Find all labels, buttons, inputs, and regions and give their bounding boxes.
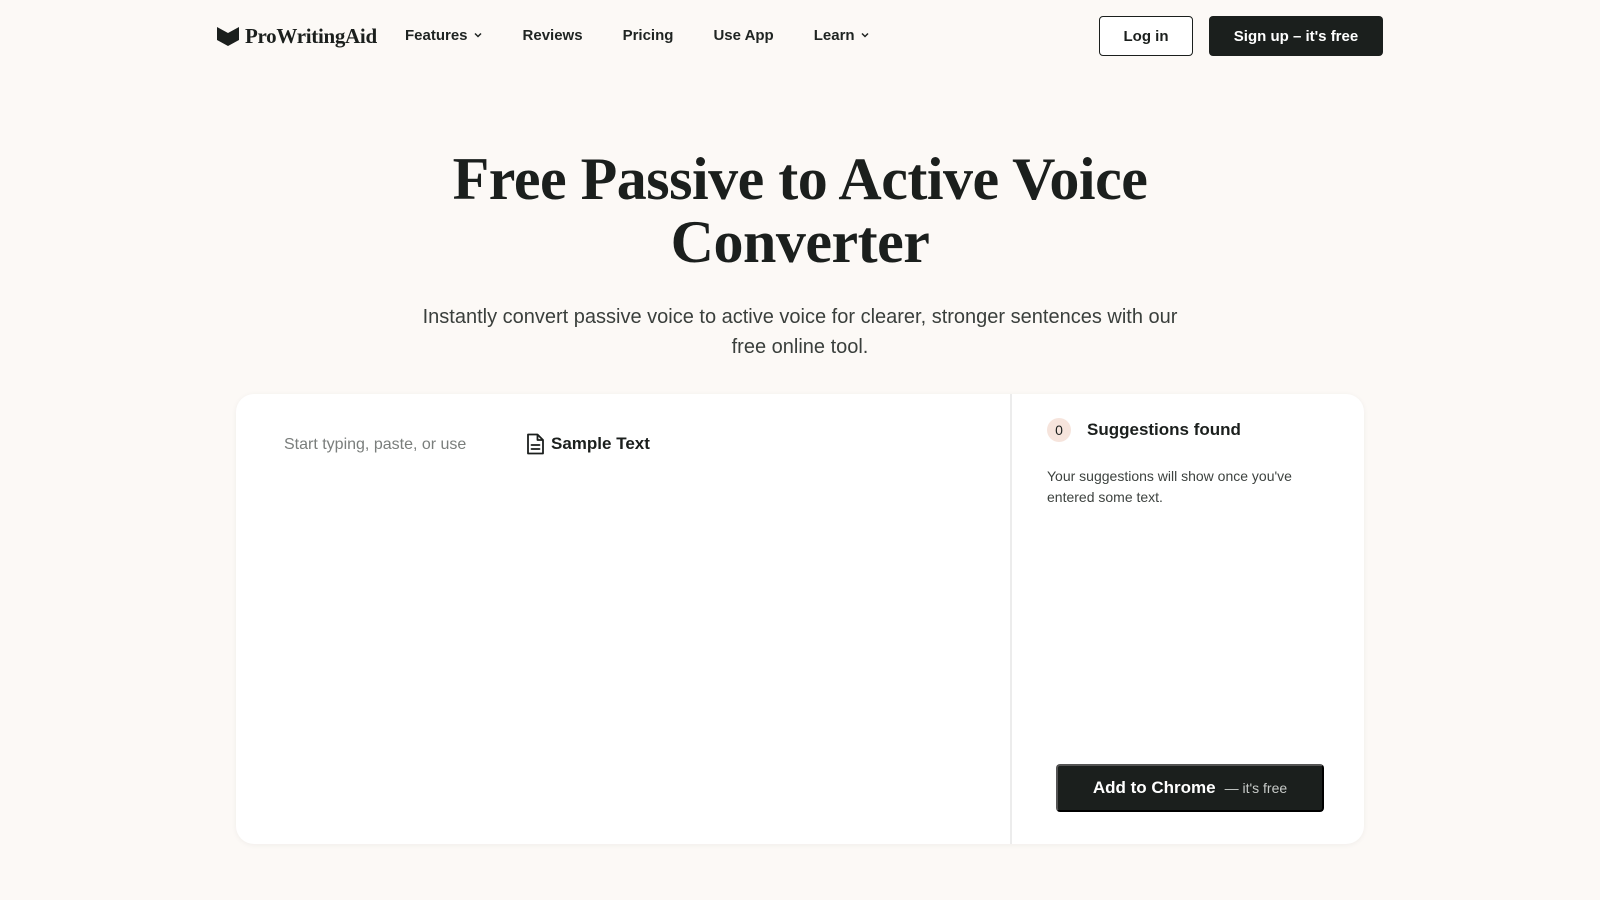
document-icon	[527, 433, 544, 455]
suggestions-title: Suggestions found	[1087, 420, 1241, 439]
nav-item-learn[interactable]: Learn	[814, 27, 870, 44]
page-title: Free Passive to Active Voice Converter	[300, 148, 1300, 274]
nav-item-label: Features	[405, 26, 468, 44]
nav-item-pricing[interactable]: Pricing	[623, 27, 674, 44]
sample-text-button[interactable]: Sample Text	[526, 433, 650, 455]
page-subtitle: Instantly convert passive voice to activ…	[395, 302, 1205, 362]
nav-links: Features Reviews Pricing Use App Learn	[405, 24, 910, 46]
page-subtitle-line-2: free online tool.	[731, 336, 869, 358]
nav-item-label: Use App	[713, 26, 774, 44]
top-nav: ProWritingAid Features Reviews Pricing U…	[0, 0, 1600, 70]
add-to-chrome-button[interactable]: Add to Chrome — it's free	[1056, 764, 1324, 812]
logo-text: ProWritingAid	[245, 23, 377, 48]
nav-item-label: Reviews	[522, 26, 583, 44]
suggestions-count-badge: 0	[1047, 418, 1071, 442]
nav-item-features[interactable]: Features	[405, 27, 483, 44]
converter-card: Start typing, paste, or use Sample Text …	[236, 394, 1364, 844]
text-editor[interactable]: Start typing, paste, or use Sample Text	[236, 394, 1012, 844]
suggestions-panel: 0 Suggestions found Your suggestions wil…	[1014, 394, 1364, 844]
login-button[interactable]: Log in	[1099, 16, 1193, 56]
logo-icon	[217, 27, 239, 46]
suggestions-description: Your suggestions will show once you've e…	[1047, 468, 1292, 505]
sample-text-label: Sample Text	[551, 434, 650, 453]
add-to-chrome-label: Add to Chrome	[1092, 778, 1216, 797]
nav-item-use-app[interactable]: Use App	[713, 27, 773, 44]
page-title-line-1: Free Passive to Active Voice	[452, 146, 1148, 212]
editor-placeholder: Start typing, paste, or use	[284, 436, 467, 453]
signup-button[interactable]: Sign up – it's free	[1209, 16, 1383, 56]
nav-item-label: Pricing	[622, 26, 674, 44]
add-to-chrome-sublabel: — it's free	[1224, 780, 1288, 796]
chevron-down-icon	[861, 32, 869, 38]
chevron-down-icon	[474, 32, 482, 38]
page-subtitle-line-1: Instantly convert passive voice to activ…	[422, 306, 1178, 328]
nav-item-label: Learn	[813, 26, 855, 44]
page-title-line-2: Converter	[670, 209, 930, 275]
logo[interactable]: ProWritingAid	[216, 23, 377, 49]
nav-item-reviews[interactable]: Reviews	[523, 27, 583, 44]
